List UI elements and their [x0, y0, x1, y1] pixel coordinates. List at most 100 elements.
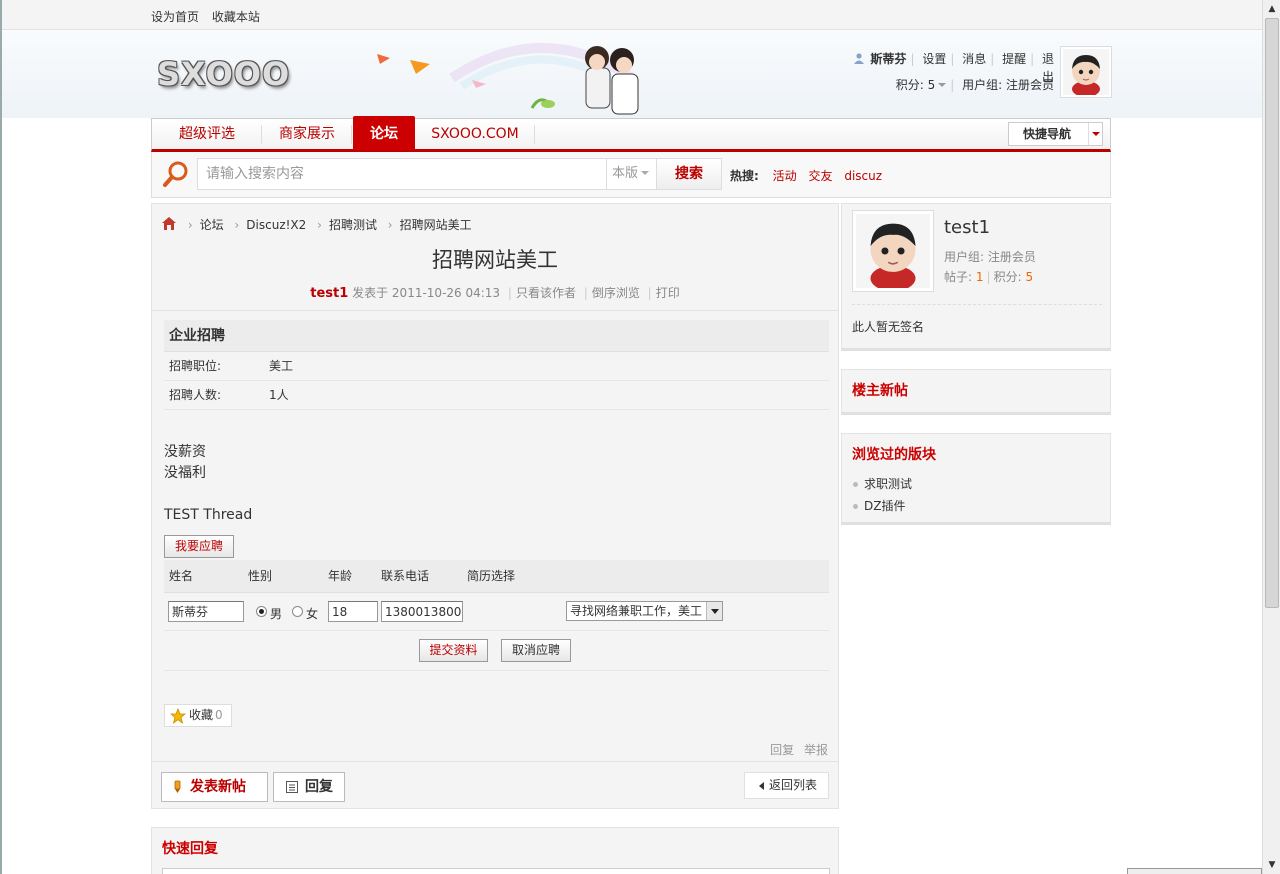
hot-searches: 热搜: 活动 交友 discuz	[730, 169, 883, 183]
quick-reply-textarea[interactable]	[162, 868, 830, 874]
scroll-down-icon[interactable]: ▼	[1265, 858, 1279, 872]
quick-nav-button[interactable]: 快捷导航	[1008, 122, 1103, 146]
search-button[interactable]: 搜索	[657, 158, 722, 190]
header-avatar[interactable]	[1060, 46, 1112, 98]
site-logo[interactable]: SXOOO	[157, 55, 290, 93]
application-form: 姓名 性别 年龄 联系电话 简历选择 男 女 寻找网络兼职工作，美工 提交资料 …	[164, 560, 829, 671]
job-info-table: 企业招聘 招聘职位: 美工 招聘人数: 1人	[164, 320, 829, 410]
search-icon	[163, 161, 188, 187]
quick-reply-title: 快速回复	[162, 841, 218, 857]
header-banner-illustration-icon	[377, 43, 639, 115]
name-input[interactable]	[168, 601, 244, 622]
nav-item-sxooo-com[interactable]: SXOOO.COM	[415, 119, 535, 150]
resume-select[interactable]: 寻找网络兼职工作，美工	[566, 601, 723, 621]
report-link[interactable]: 举报	[804, 743, 828, 757]
visited-forums-box: 浏览过的版块 求职测试 DZ插件	[841, 433, 1111, 525]
print-link[interactable]: 打印	[656, 286, 680, 300]
hot-search-link[interactable]: 活动	[773, 169, 797, 183]
scrollbar-thumb[interactable]	[1265, 18, 1279, 608]
points-dropdown[interactable]: 积分: 5	[896, 78, 947, 92]
site-header: SXOOO 斯蒂芬 | 设置 | 消息 | 提醒 | 退出 积分: 5 | 用户组: 注册…	[2, 30, 1262, 118]
nav-item-merchants[interactable]: 商家展示	[262, 119, 352, 150]
search-bar: 请输入搜索内容 本版 搜索 热搜: 活动 交友 discuz	[151, 152, 1111, 198]
new-post-button[interactable]: 发表新帖	[161, 772, 268, 802]
divider	[152, 310, 838, 311]
reverse-order-link[interactable]: 倒序浏览	[592, 286, 640, 300]
current-username[interactable]: 斯蒂芬	[870, 52, 906, 66]
list-item[interactable]: DZ插件	[852, 498, 912, 520]
chevron-down-icon	[641, 171, 650, 175]
messages-link[interactable]: 消息	[962, 52, 986, 66]
apply-job-button[interactable]: 我要应聘	[164, 535, 234, 558]
form-header-row: 姓名 性别 年龄 联系电话 简历选择	[164, 560, 829, 593]
post-title: 招聘网站美工	[432, 248, 558, 272]
table-row: 招聘职位: 美工	[164, 352, 829, 381]
user-group-label: 用户组: 注册会员	[962, 78, 1054, 92]
settings-link[interactable]: 设置	[922, 52, 946, 66]
main-nav: 超级评选 商家展示 论坛 SXOOO.COM 快捷导航	[151, 116, 1111, 152]
chevron-down-icon	[938, 83, 947, 87]
gender-male-radio[interactable]	[256, 606, 267, 617]
breadcrumb-link[interactable]: 招聘测试	[329, 218, 377, 232]
post-author-link[interactable]: test1	[310, 286, 348, 301]
author-posts-count[interactable]: 1	[976, 270, 984, 284]
table-row: 招聘人数: 1人	[164, 381, 829, 410]
author-profile-card: test1 用户组: 注册会员 帖子: 1 | 积分: 5 此人暂无签名	[841, 203, 1111, 351]
reply-button[interactable]: 回复	[273, 772, 345, 802]
breadcrumb: › 论坛 › Discuz!X2 › 招聘测试 › 招聘网站美工	[161, 216, 472, 232]
notifications-link[interactable]: 提醒	[1002, 52, 1026, 66]
age-input[interactable]	[328, 601, 378, 622]
back-to-list-button[interactable]: 返回列表	[744, 772, 829, 799]
search-input[interactable]: 请输入搜索内容	[197, 158, 607, 190]
home-icon[interactable]	[161, 216, 177, 231]
avatar-icon	[1063, 49, 1109, 97]
breadcrumb-link[interactable]: Discuz!X2	[246, 218, 306, 232]
post-meta: test1 发表于 2011-10-26 04:13 | 只看该作者 | 倒序浏览 …	[310, 286, 680, 301]
phone-input[interactable]	[381, 601, 463, 622]
search-scope-select[interactable]: 本版	[607, 158, 657, 190]
breadcrumb-link[interactable]: 论坛	[200, 218, 224, 232]
author-signature: 此人暂无签名	[852, 320, 925, 334]
list-item[interactable]: 求职测试	[852, 476, 912, 498]
submit-application-button[interactable]: 提交资料	[419, 639, 488, 662]
avatar-icon	[856, 214, 930, 292]
author-name[interactable]: test1	[944, 217, 990, 238]
favorite-button[interactable]: 收藏 0	[164, 704, 232, 727]
cancel-application-button[interactable]: 取消应聘	[501, 639, 571, 662]
visited-forums-title: 浏览过的版块	[852, 447, 936, 463]
star-icon	[170, 708, 186, 724]
vertical-scrollbar[interactable]: ▲ ▼	[1262, 0, 1280, 874]
hot-search-link[interactable]: discuz	[844, 169, 882, 183]
breadcrumb-current[interactable]: 招聘网站美工	[400, 218, 472, 232]
chevron-down-icon	[1088, 123, 1102, 145]
divider	[852, 304, 1102, 305]
hot-search-link[interactable]: 交友	[808, 169, 832, 183]
post-panel: › 论坛 › Discuz!X2 › 招聘测试 › 招聘网站美工 招聘网站美工 test…	[151, 203, 839, 809]
window-frame	[0, 0, 2, 874]
form-input-row: 男 女 寻找网络兼职工作，美工	[164, 593, 829, 631]
nav-item-forum[interactable]: 论坛	[353, 116, 415, 150]
top-bar: 设为首页 收藏本站	[2, 0, 1262, 30]
user-icon	[853, 53, 864, 64]
status-bar-fragment	[1127, 868, 1262, 874]
scroll-up-icon[interactable]: ▲	[1265, 2, 1279, 16]
bookmark-site-link[interactable]: 收藏本站	[212, 10, 260, 24]
author-group: 用户组: 注册会员	[944, 250, 1036, 264]
post-bottom-bar: 发表新帖 回复 返回列表	[152, 761, 838, 808]
author-points: 5	[1025, 270, 1034, 284]
post-actions: 回复 举报	[764, 741, 828, 758]
author-stats: 帖子: 1 | 积分: 5	[944, 270, 1034, 284]
only-author-link[interactable]: 只看该作者	[516, 286, 576, 300]
new-threads-title: 楼主新帖	[852, 383, 908, 399]
pencil-icon	[174, 780, 181, 793]
set-homepage-link[interactable]: 设为首页	[151, 10, 199, 24]
post-date: 发表于 2011-10-26 04:13	[352, 286, 501, 300]
reply-link[interactable]: 回复	[770, 743, 794, 757]
nav-item-super-selection[interactable]: 超级评选	[152, 119, 262, 150]
author-new-threads-box: 楼主新帖	[841, 369, 1111, 415]
chevron-down-icon	[706, 602, 722, 620]
gender-female-radio[interactable]	[292, 606, 303, 617]
reply-icon	[286, 781, 298, 793]
quick-reply-panel: 快速回复	[151, 827, 839, 874]
author-avatar[interactable]	[852, 210, 934, 292]
